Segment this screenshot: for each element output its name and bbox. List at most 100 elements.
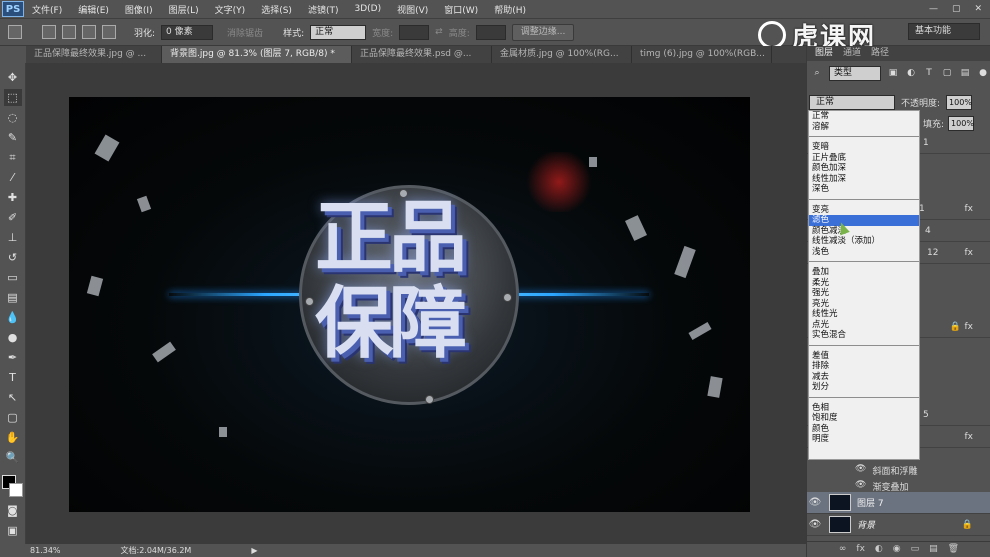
color-swatches[interactable] [1, 475, 24, 499]
blend-mode-option[interactable]: 线性光 [809, 309, 919, 320]
layer-row-selected[interactable]: 👁 图层 7 [807, 492, 990, 514]
layer-effects-icon[interactable]: fx [965, 248, 974, 258]
blend-mode-option[interactable]: 正片叠底 [809, 153, 919, 164]
eyedropper-icon[interactable]: ⁄ [4, 169, 22, 186]
blend-mode-option[interactable]: 颜色减淡 [809, 226, 919, 237]
workspace-select[interactable]: 基本功能 [908, 23, 980, 40]
kind-filter-select[interactable]: 类型 [829, 65, 881, 81]
new-selection-icon[interactable] [42, 25, 56, 39]
blend-mode-option[interactable]: 减去 [809, 372, 919, 383]
blend-mode-option[interactable]: 正常 [809, 111, 919, 122]
marquee-preset-icon[interactable] [8, 25, 22, 39]
blend-mode-option[interactable]: 深色 [809, 184, 919, 195]
healing-brush-icon[interactable]: ✚ [4, 189, 22, 206]
blend-mode-option[interactable]: 滤色 [809, 215, 919, 226]
background-color-swatch[interactable] [8, 483, 23, 497]
blur-icon[interactable]: 💧 [4, 309, 22, 326]
blend-mode-option[interactable]: 颜色加深 [809, 163, 919, 174]
marquee-tool-icon[interactable]: ⬚ [3, 89, 22, 106]
blend-mode-option[interactable]: 叠加 [809, 267, 919, 278]
blend-mode-option[interactable]: 线性减淡（添加） [809, 236, 919, 247]
zoom-level[interactable]: 81.34% [30, 546, 61, 555]
link-layers-icon[interactable]: ∞ [839, 542, 847, 557]
blend-mode-option[interactable]: 明度 [809, 434, 919, 445]
menu-window[interactable]: 窗口(W) [436, 3, 486, 16]
crop-tool-icon[interactable]: ⌗ [4, 149, 22, 166]
opacity-input[interactable]: 100% [946, 94, 973, 110]
minimize-icon[interactable]: — [929, 4, 938, 14]
swap-icon[interactable]: ⇄ [435, 27, 443, 37]
blend-mode-option[interactable]: 浅色 [809, 247, 919, 258]
rectangle-tool-icon[interactable]: ▢ [4, 409, 22, 426]
menu-help[interactable]: 帮助(H) [486, 3, 534, 16]
lasso-tool-icon[interactable]: ◌ [4, 109, 22, 126]
history-brush-icon[interactable]: ↺ [4, 249, 22, 266]
document-canvas[interactable]: 正品 保障 [69, 97, 750, 512]
new-group-icon[interactable]: ▭ [911, 542, 920, 557]
hand-tool-icon[interactable]: ✋ [4, 429, 22, 446]
intersect-selection-icon[interactable] [102, 25, 116, 39]
style-select[interactable]: 正常 [310, 24, 367, 40]
menu-view[interactable]: 视图(V) [389, 3, 436, 16]
add-style-icon[interactable]: fx [856, 542, 865, 557]
blend-mode-option[interactable]: 划分 [809, 382, 919, 393]
type-tool-icon[interactable]: T [4, 369, 22, 386]
blend-mode-option[interactable]: 差值 [809, 351, 919, 362]
menu-filter[interactable]: 滤镜(T) [300, 3, 347, 16]
blend-mode-option[interactable]: 变亮 [809, 205, 919, 216]
filter-toggle-icon[interactable]: ● [977, 67, 989, 79]
height-input[interactable] [475, 24, 506, 40]
close-icon[interactable]: ✕ [974, 4, 982, 14]
blend-mode-option[interactable]: 颜色 [809, 424, 919, 435]
blend-mode-option[interactable]: 变暗 [809, 142, 919, 153]
effect-bevel-emboss[interactable]: 👁 斜面和浮雕 [855, 464, 917, 477]
blend-mode-option[interactable]: 实色混合 [809, 330, 919, 341]
menu-3d[interactable]: 3D(D) [346, 4, 389, 14]
smart-object-filter-icon[interactable]: ▤ [959, 67, 971, 79]
new-layer-icon[interactable]: ▤ [929, 542, 938, 557]
clone-stamp-icon[interactable]: ⊥ [4, 229, 22, 246]
zoom-tool-icon[interactable]: 🔍 [4, 449, 22, 466]
delete-layer-icon[interactable]: 🗑 [948, 542, 959, 557]
tab-channels[interactable]: 通道 [843, 46, 861, 61]
layer-effects-icon[interactable]: fx [965, 322, 974, 332]
screen-mode-icon[interactable]: ▣ [4, 522, 22, 539]
adjustment-layer-icon[interactable]: ◉ [893, 542, 901, 557]
feather-input[interactable]: 0 像素 [161, 24, 214, 40]
quick-mask-icon[interactable]: ◙ [4, 502, 22, 519]
menu-type[interactable]: 文字(Y) [207, 3, 254, 16]
menu-image[interactable]: 图像(I) [117, 3, 161, 16]
quick-select-icon[interactable]: ✎ [4, 129, 22, 146]
eye-icon[interactable]: 👁 [807, 497, 823, 508]
tab-final-psd[interactable]: 正品保障最终效果.psd @... [352, 46, 492, 63]
status-arrow-icon[interactable]: ▶ [251, 546, 257, 555]
brush-tool-icon[interactable]: ✐ [4, 209, 22, 226]
layer-effects-icon[interactable]: fx [965, 204, 974, 214]
blend-mode-option[interactable]: 柔光 [809, 278, 919, 289]
tab-background-jpg[interactable]: 背景图.jpg @ 81.3% (图层 7, RGB/8) * [162, 46, 352, 63]
menu-select[interactable]: 选择(S) [253, 3, 300, 16]
maximize-icon[interactable]: ▢ [952, 4, 961, 14]
blend-mode-option[interactable]: 亮光 [809, 299, 919, 310]
blend-mode-option[interactable]: 线性加深 [809, 174, 919, 185]
tab-metal-jpg[interactable]: 金属材质.jpg @ 100%(RG... [492, 46, 632, 63]
adjustment-filter-icon[interactable]: ◐ [905, 67, 917, 79]
menu-file[interactable]: 文件(F) [24, 3, 70, 16]
menu-edit[interactable]: 编辑(E) [70, 3, 117, 16]
add-mask-icon[interactable]: ◐ [875, 542, 883, 557]
shape-filter-icon[interactable]: ▢ [941, 67, 953, 79]
eye-icon[interactable]: 👁 [855, 464, 866, 477]
gradient-icon[interactable]: ▤ [4, 289, 22, 306]
width-input[interactable] [399, 24, 430, 40]
tab-layers[interactable]: 图层 [815, 46, 833, 61]
layer-row-background[interactable]: 👁 背景 🔒 [807, 514, 990, 536]
antialias-checkbox[interactable]: 消除锯齿 [227, 26, 263, 39]
blend-mode-option[interactable]: 饱和度 [809, 413, 919, 424]
blend-mode-select[interactable]: 正常 [809, 94, 895, 110]
blend-mode-option[interactable]: 强光 [809, 288, 919, 299]
refine-edge-button[interactable]: 调整边缘... [511, 23, 575, 41]
add-selection-icon[interactable] [62, 25, 76, 39]
pen-tool-icon[interactable]: ✒ [4, 349, 22, 366]
blend-mode-option[interactable]: 点光 [809, 320, 919, 331]
subtract-selection-icon[interactable] [82, 25, 96, 39]
